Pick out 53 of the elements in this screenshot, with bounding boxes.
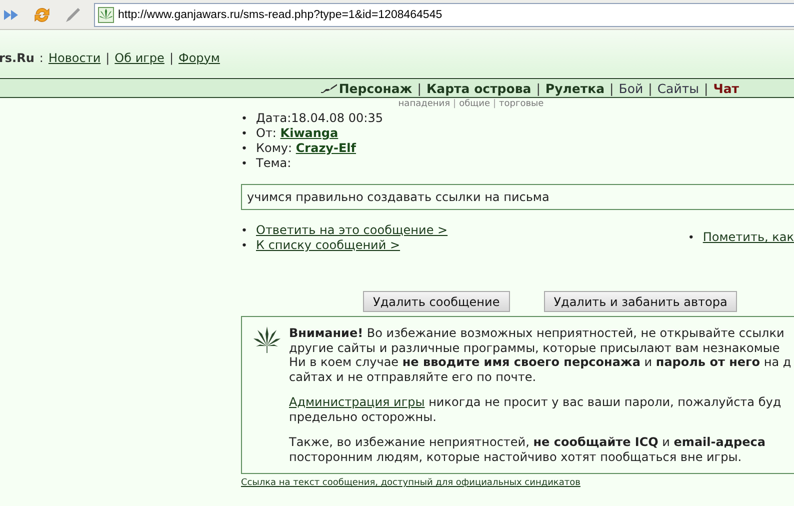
field-label: От: <box>256 126 278 140</box>
footer-link[interactable]: Ссылка на текст сообщения, доступный для официальных синдикатов <box>241 478 580 488</box>
separator: | <box>492 99 496 111</box>
nav-link[interactable]: Об игре <box>114 50 164 64</box>
separator: | <box>169 50 174 64</box>
separator: | <box>610 80 614 96</box>
bullet: • <box>688 231 696 245</box>
field-label: Дата: <box>256 111 292 125</box>
separator: | <box>648 80 652 96</box>
nav-link[interactable]: Рулетка <box>545 80 605 96</box>
delete-button[interactable]: Удалить сообщение <box>363 291 510 312</box>
leaf-icon <box>98 6 114 22</box>
chat-link[interactable]: нападения <box>398 99 450 111</box>
bullet: • <box>241 224 248 238</box>
delete-button[interactable]: Удалить и забанить автора <box>544 291 738 312</box>
warning-paragraph: Также, во избежание неприятностей, не сообщайте ICQ и email-адреса посторонним людям, которые настойчиво хотят пообщаться вне игры. <box>289 435 766 464</box>
field-value: 18.04.08 00:35 <box>291 111 383 125</box>
action-link[interactable]: К списку сообщений > <box>256 238 400 252</box>
bullet: • <box>241 127 248 141</box>
nav-link[interactable]: Чат <box>713 80 739 96</box>
bullet: • <box>241 239 248 253</box>
separator: | <box>417 80 422 96</box>
nav-link[interactable]: Персонаж <box>338 80 412 96</box>
separator: | <box>106 50 110 64</box>
field-label: Тема: <box>256 156 292 170</box>
nav-link[interactable]: Новости <box>48 50 101 64</box>
bullet: • <box>241 157 248 171</box>
nav-link[interactable]: Сайты <box>657 80 699 96</box>
separator: : <box>39 50 44 64</box>
message-box: учимся правильно создавать ссылки на письма <box>241 184 794 210</box>
bullet: • <box>241 142 248 156</box>
address-field[interactable]: http://www.ganjawars.ru/sms-read.php?type=1&id=1208464545 <box>94 2 794 26</box>
url-text: http://www.ganjawars.ru/sms-read.php?type=1&id=1208464545 <box>118 8 442 20</box>
nav-link[interactable]: Форум <box>178 50 220 64</box>
site-title: rs.Ru <box>0 50 34 64</box>
leaf-icon <box>253 326 281 354</box>
warning-paragraph: Администрация игры никогда не просит у вас ваши пароли, пожалуйста буд предельно осторожны. <box>289 395 782 424</box>
nav-link[interactable]: Бой <box>618 80 644 96</box>
bullet: • <box>241 112 248 126</box>
admin-link[interactable]: Администрация игры <box>289 395 425 409</box>
player-link[interactable]: Crazy-Elf <box>296 141 356 155</box>
warning-paragraph: Внимание! Во избежание возможных неприятностей, не открывайте ссылки другие сайты и различные программы, которые присылают вам незнакомые Ни в коем случае не вводите имя своего персонажа и пароль от него на д сайтах и не отправляйте его по почте. <box>289 326 792 384</box>
field-label: Кому: <box>256 141 294 155</box>
separator: | <box>704 80 708 96</box>
player-link[interactable]: Kiwanga <box>280 126 338 140</box>
chat-link[interactable]: общие <box>459 99 490 111</box>
chat-link[interactable]: торговые <box>499 99 544 111</box>
separator: | <box>453 99 456 111</box>
separator: | <box>536 80 540 96</box>
nav-link[interactable]: Карта острова <box>426 80 532 96</box>
rifle-icon <box>320 83 338 93</box>
action-link[interactable]: Пометить, как <box>702 230 794 244</box>
action-link[interactable]: Ответить на это сообщение > <box>256 223 448 237</box>
